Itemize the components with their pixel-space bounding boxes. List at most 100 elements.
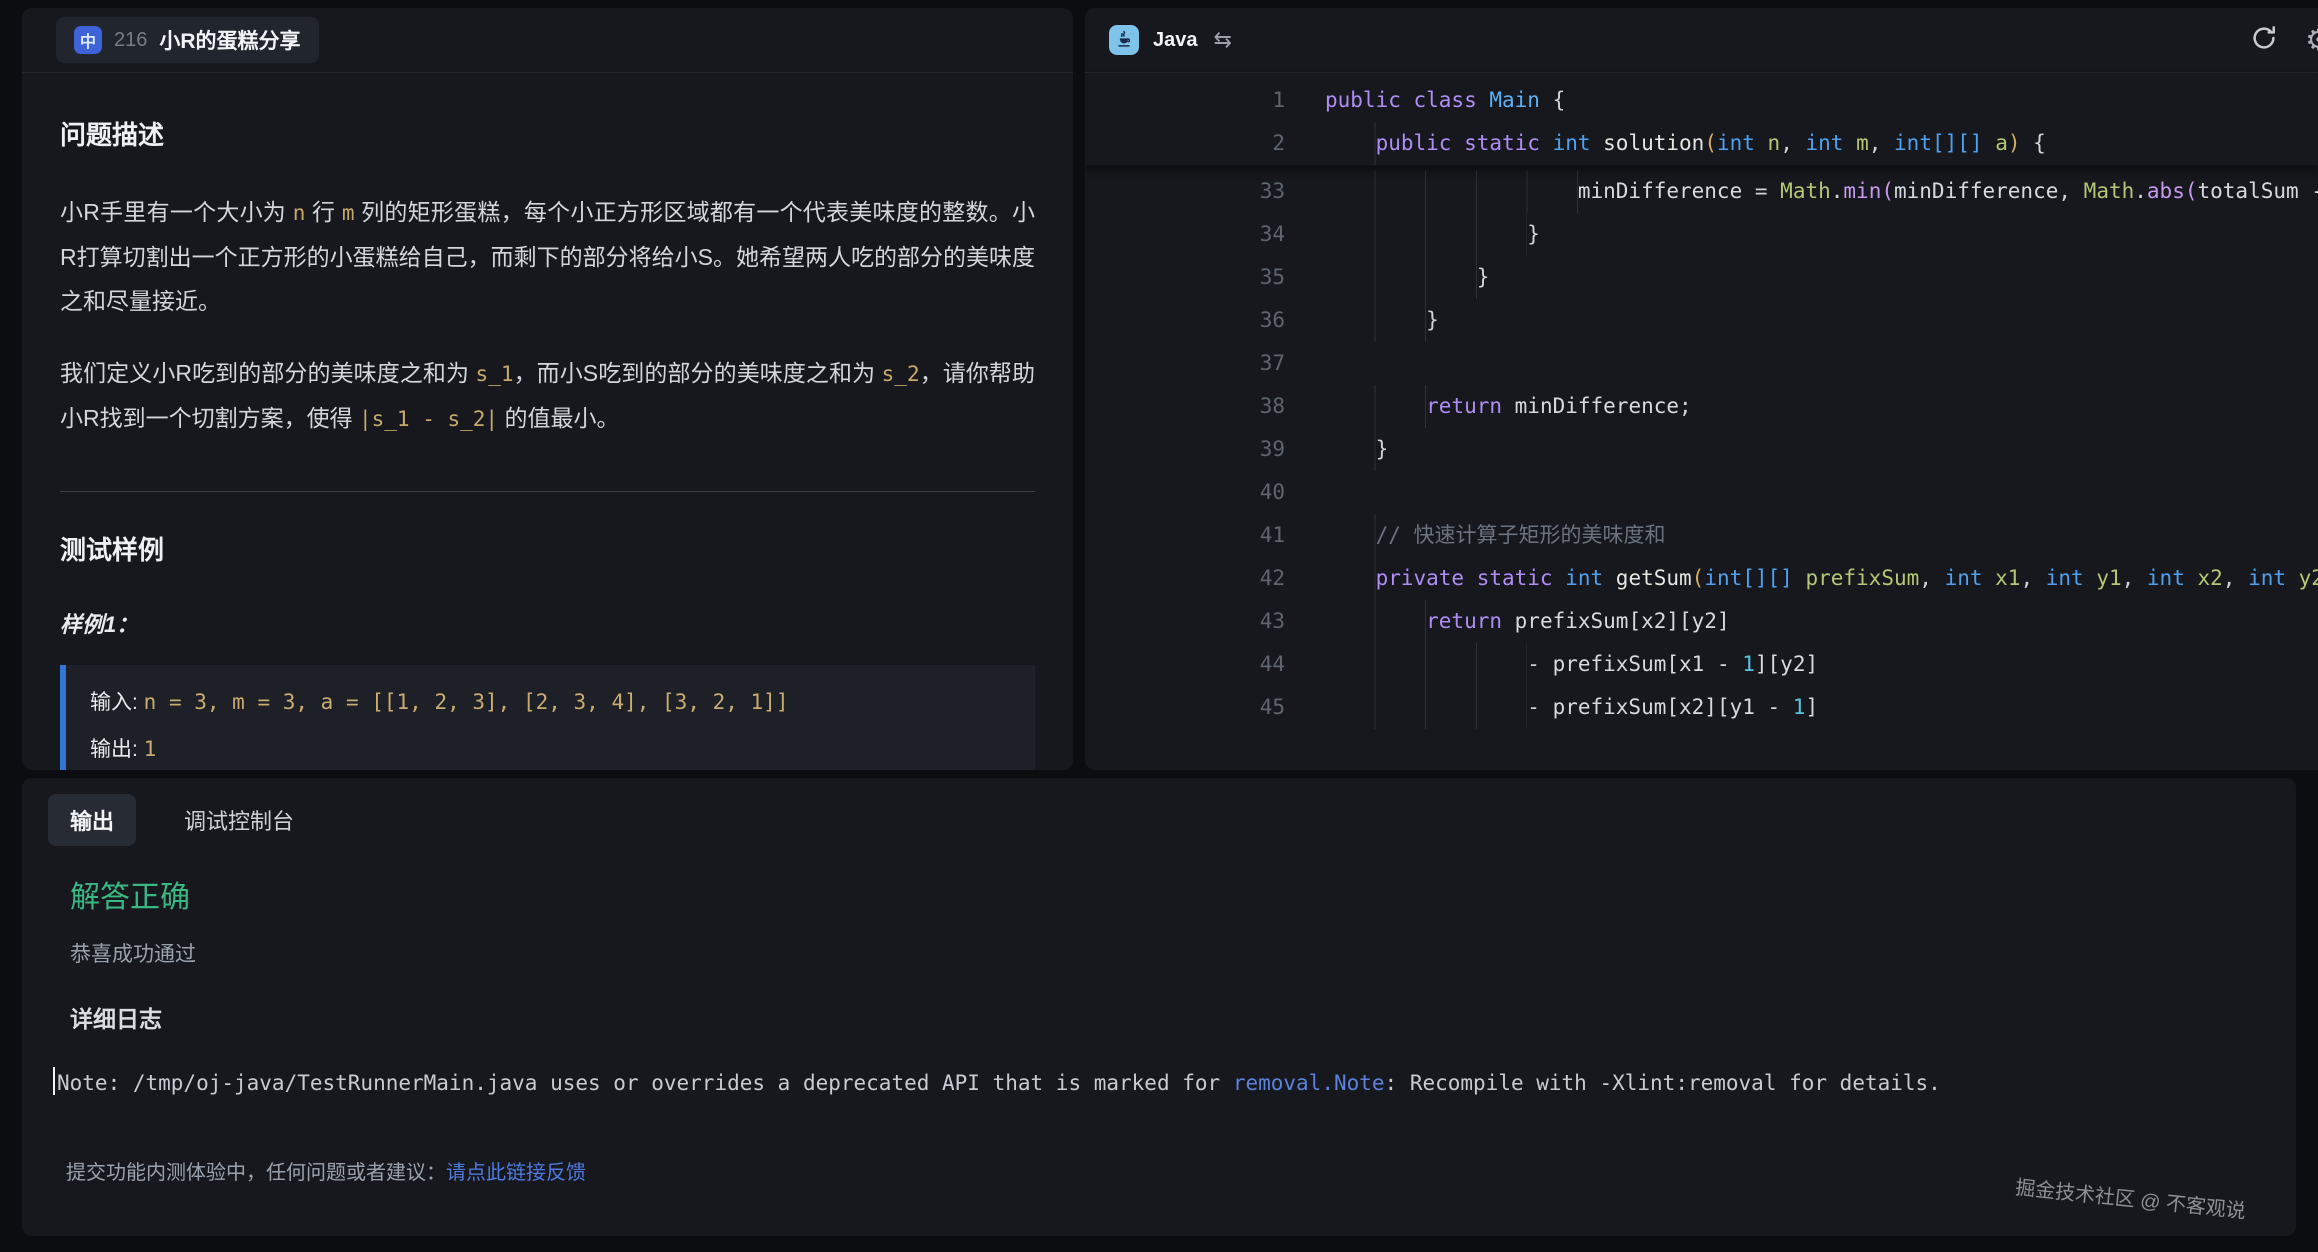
line-number: 33 <box>1085 170 1285 213</box>
text-cursor <box>53 1067 55 1095</box>
code-line-content: return minDifference; <box>1325 385 1692 428</box>
code-token: prefixSum[x2][y1 - <box>1553 695 1793 719</box>
log-plain-text: Note: /tmp/oj-java/TestRunnerMain.java u… <box>57 1071 1233 1095</box>
line-number: 35 <box>1085 256 1285 299</box>
text-segment: 行 <box>305 199 342 225</box>
code-token: } <box>1527 222 1540 246</box>
line-number: 42 <box>1085 557 1285 600</box>
problem-number: 216 <box>114 29 147 52</box>
code-token: , <box>2020 566 2045 590</box>
line-number: 37 <box>1085 342 1285 385</box>
code-token: x1 <box>1995 566 2020 590</box>
code-token: private static <box>1376 566 1566 590</box>
code-token: int[][] <box>1894 131 1995 155</box>
log-plain-text: : Recompile with -Xlint:removal for deta… <box>1385 1071 1941 1095</box>
refresh-icon[interactable] <box>2249 23 2279 58</box>
code-token: abs <box>2147 179 2185 203</box>
editor-actions: ⚙ <box>2249 8 2318 72</box>
line-number: 40 <box>1085 471 1285 514</box>
code-token: . <box>1831 179 1844 203</box>
sample1-output-line: 输出: 1 <box>90 726 1011 770</box>
inline-code: |s_1 - s_2| <box>359 407 498 431</box>
sample1-label: 样例1： <box>60 607 1035 639</box>
code-token: Math <box>2084 179 2135 203</box>
code-token: n <box>1768 131 1781 155</box>
code-token: public static <box>1376 131 1553 155</box>
language-label: Java <box>1153 29 1198 52</box>
line-number: 38 <box>1085 385 1285 428</box>
console-tab-output[interactable]: 输出 <box>48 794 136 846</box>
swap-language-icon[interactable]: ⇆ <box>1214 27 1232 53</box>
code-token: prefixSum[x1 - <box>1553 652 1743 676</box>
code-token: public class <box>1325 88 1489 112</box>
code-editor[interactable]: 1public class Main {2public static int s… <box>1085 73 2318 729</box>
code-line[interactable]: 42private static int getSum(int[][] pref… <box>1085 557 2318 600</box>
feedback-link[interactable]: 请点此链接反馈 <box>446 1162 586 1184</box>
result-status: 解答正确 <box>70 872 2270 916</box>
problem-tab[interactable]: 中 216 小R的蛋糕分享 <box>56 17 319 63</box>
code-line-content: public static int solution(int n, int m,… <box>1325 122 2046 165</box>
code-line[interactable]: 40 <box>1085 471 2318 514</box>
log-heading: 详细日志 <box>70 1000 2270 1034</box>
code-line[interactable]: 41// 快速计算子矩形的美味度和 <box>1085 514 2318 557</box>
code-line[interactable]: 44- prefixSum[x1 - 1][y2] <box>1085 643 2318 686</box>
code-line-content: minDifference = Math.min(minDifference, … <box>1325 170 2318 213</box>
code-line[interactable]: 36} <box>1085 299 2318 342</box>
code-line[interactable]: 39} <box>1085 428 2318 471</box>
code-line[interactable]: 45- prefixSum[x2][y1 - 1] <box>1085 686 2318 729</box>
code-line[interactable]: 43return prefixSum[x2][y2] <box>1085 600 2318 643</box>
indent-guide <box>1325 299 1426 342</box>
code-token: , <box>1780 131 1805 155</box>
problem-title: 小R的蛋糕分享 <box>159 25 300 55</box>
inline-code: n <box>293 201 306 225</box>
code-token: ][y2] <box>1755 652 1818 676</box>
settings-gear-icon[interactable]: ⚙ <box>2305 23 2318 58</box>
inline-code: s_1 <box>476 362 514 386</box>
code-line[interactable]: 38 return minDifference; <box>1085 385 2318 428</box>
code-line-content: // 快速计算子矩形的美味度和 <box>1325 514 1666 557</box>
line-number: 1 <box>1085 79 1285 122</box>
console-tab-debug[interactable]: 调试控制台 <box>162 794 316 846</box>
problem-content[interactable]: 问题描述 小R手里有一个大小为 n 行 m 列的矩形蛋糕，每个小正方形区域都有一… <box>22 115 1073 770</box>
code-token: int <box>1565 566 1616 590</box>
code-token: , <box>1919 566 1944 590</box>
code-token: ( <box>1881 179 1894 203</box>
code-token: 1 <box>1742 652 1755 676</box>
indent-guide <box>1325 686 1527 729</box>
sample1-input-value: n = 3, m = 3, a = [[1, 2, 3], [2, 3, 4],… <box>144 690 789 714</box>
sample1-input-label: 输入: <box>90 691 144 714</box>
java-icon <box>1109 25 1139 55</box>
code-line-content: } <box>1325 256 1489 299</box>
code-token: // 快速计算子矩形的美味度和 <box>1376 523 1666 547</box>
line-number: 43 <box>1085 600 1285 643</box>
code-token: Main <box>1489 88 1552 112</box>
code-token: minDifference <box>1578 179 1755 203</box>
line-number: 36 <box>1085 299 1285 342</box>
log-text[interactable]: Note: /tmp/oj-java/TestRunnerMain.java u… <box>53 1062 2270 1104</box>
indent-guide <box>1325 643 1527 686</box>
code-token: . <box>2134 179 2147 203</box>
line-number: 39 <box>1085 428 1285 471</box>
code-token: int <box>2248 566 2299 590</box>
code-token: minDifference <box>1894 179 2058 203</box>
code-line[interactable]: 2public static int solution(int n, int m… <box>1085 122 2318 165</box>
sample1-block: 输入: n = 3, m = 3, a = [[1, 2, 3], [2, 3,… <box>60 665 1035 770</box>
console-panel: 输出调试控制台 解答正确 恭喜成功通过 详细日志 Note: /tmp/oj-j… <box>22 778 2296 1236</box>
code-token: = <box>1755 179 1780 203</box>
code-token: ( <box>1692 566 1705 590</box>
code-line[interactable]: 33 minDifference = Math.min(minDifference… <box>1085 170 2318 213</box>
code-line[interactable]: 34} <box>1085 213 2318 256</box>
code-line[interactable]: 35} <box>1085 256 2318 299</box>
section-divider <box>60 491 1035 492</box>
indent-guide <box>1325 600 1426 643</box>
text-segment: 我们定义小R吃到的部分的美味度之和为 <box>60 360 476 386</box>
description-heading: 问题描述 <box>60 115 1035 152</box>
log-link-text[interactable]: removal.Note <box>1233 1071 1385 1095</box>
editor-header: Java ⇆ ⚙ <box>1085 8 2318 73</box>
code-line[interactable]: 37 <box>1085 342 2318 385</box>
code-line[interactable]: 1public class Main { <box>1085 79 2318 122</box>
sample1-output-label: 输出: <box>90 738 144 761</box>
code-token: prefixSum <box>1805 566 1919 590</box>
code-token: , <box>2122 566 2147 590</box>
language-selector[interactable]: Java ⇆ <box>1109 25 1232 55</box>
